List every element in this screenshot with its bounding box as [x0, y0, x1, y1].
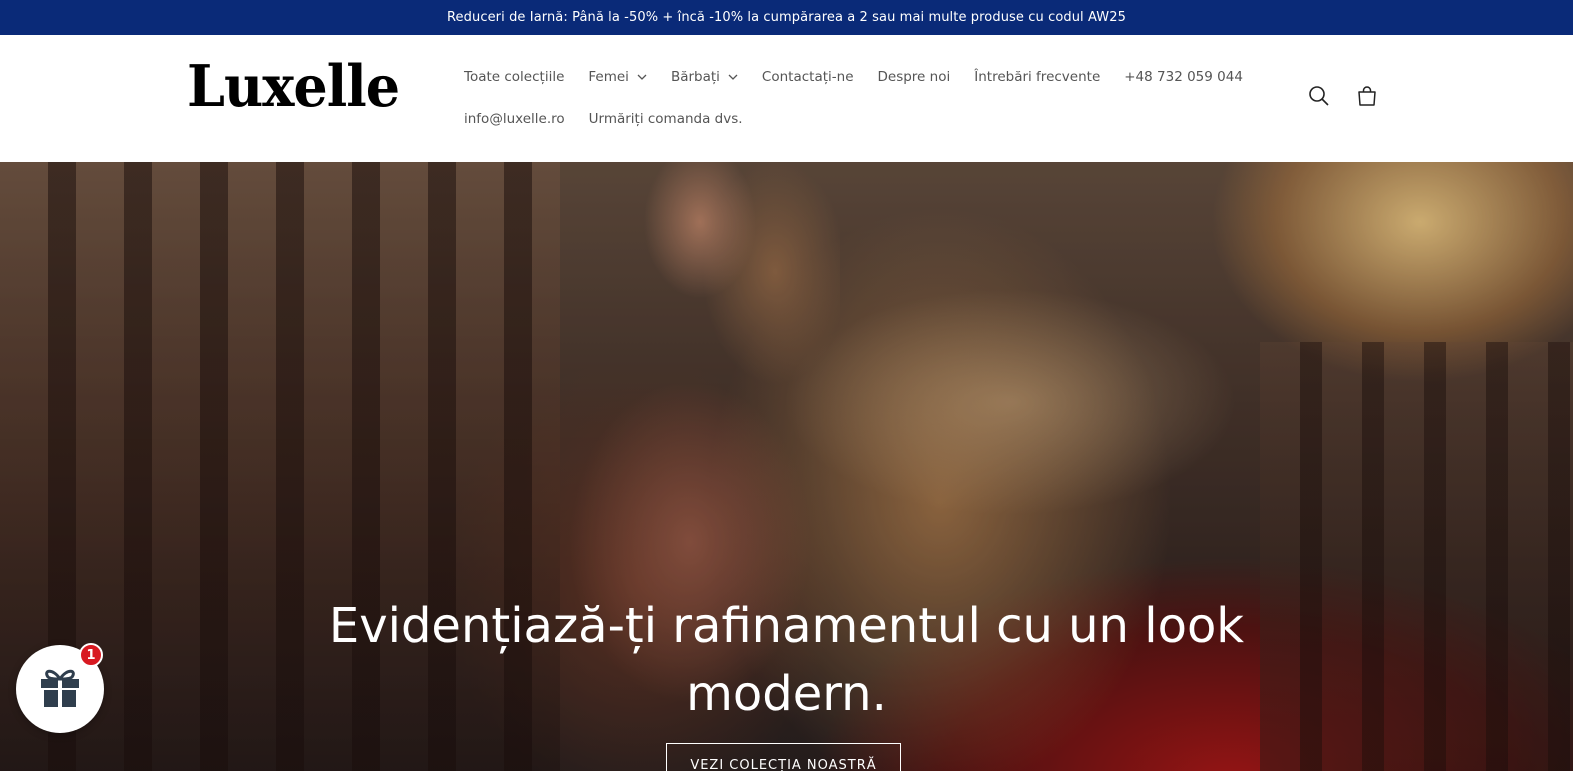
gift-icon — [37, 664, 83, 714]
search-icon[interactable] — [1306, 83, 1332, 109]
logo[interactable]: Luxelle — [187, 58, 400, 115]
nav-item-faq[interactable]: Întrebări frecvente — [974, 69, 1100, 85]
hero-title: Evidențiază-ți rafinamentul cu un look m… — [328, 598, 1245, 722]
chevron-down-icon — [728, 72, 738, 82]
nav-item-phone[interactable]: +48 732 059 044 — [1124, 69, 1243, 85]
main-nav: Toate colecțiile Femei Bărbați Contactaț… — [464, 35, 1244, 140]
announcement-bar: Reduceri de Iarnă: Până la -50% + încă -… — [0, 0, 1573, 35]
announcement-text: Reduceri de Iarnă: Până la -50% + încă -… — [447, 10, 1126, 25]
site-header: Luxelle Toate colecțiile Femei Bărbați C… — [0, 35, 1573, 162]
chevron-down-icon — [637, 72, 647, 82]
nav-row-2: info@luxelle.ro Urmăriți comanda dvs. — [464, 98, 1244, 140]
hero-banner: Evidențiază-ți rafinamentul cu un look m… — [0, 162, 1573, 771]
nav-item-about[interactable]: Despre noi — [878, 69, 951, 85]
gift-badge-count: 1 — [79, 643, 103, 667]
cart-icon[interactable] — [1354, 83, 1380, 109]
nav-item-contact[interactable]: Contactați-ne — [762, 69, 854, 85]
nav-item-email[interactable]: info@luxelle.ro — [464, 111, 565, 127]
nav-item-women[interactable]: Femei — [588, 69, 647, 85]
nav-item-men[interactable]: Bărbați — [671, 69, 738, 85]
nav-item-all-collections[interactable]: Toate colecțiile — [464, 69, 564, 85]
view-collection-button[interactable]: VEZI COLECȚIA NOASTRĂ — [666, 743, 901, 771]
nav-row-1: Toate colecțiile Femei Bărbați Contactaț… — [464, 56, 1244, 98]
nav-item-track-order[interactable]: Urmăriți comanda dvs. — [589, 111, 743, 127]
header-icons — [1306, 83, 1380, 109]
